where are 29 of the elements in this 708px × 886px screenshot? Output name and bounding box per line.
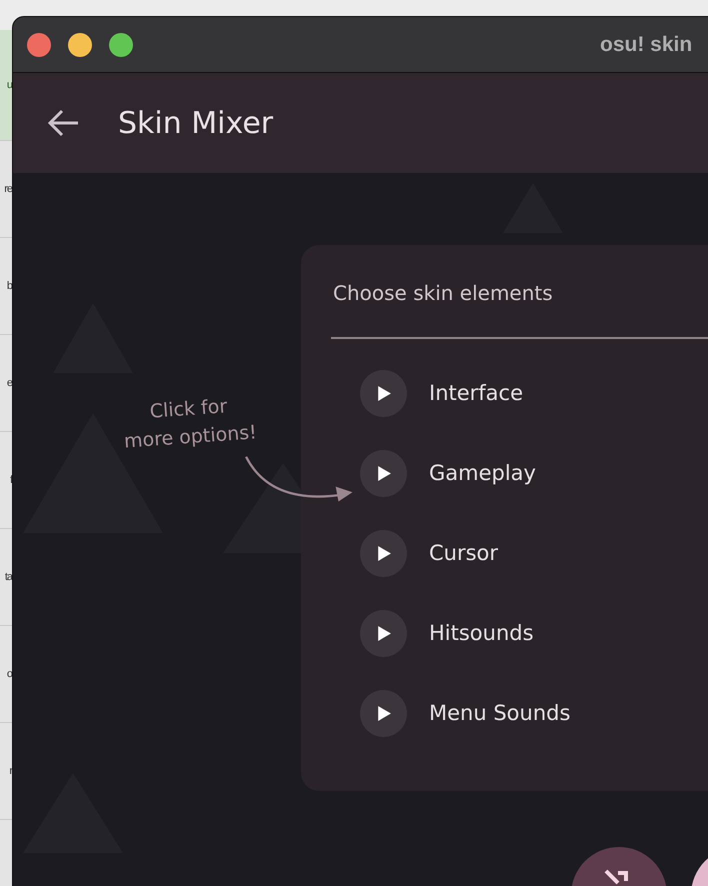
item-label: Menu Sounds (429, 701, 570, 725)
minimize-button[interactable] (68, 32, 92, 56)
item-label: Gameplay (429, 461, 536, 485)
element-item[interactable]: Menu Sounds (301, 673, 708, 753)
element-item[interactable]: Interface (301, 353, 708, 433)
play-icon (375, 544, 392, 562)
element-item[interactable]: Hitsounds (301, 593, 708, 673)
expand-button[interactable] (360, 610, 407, 656)
close-button[interactable] (27, 32, 51, 56)
item-label: Interface (429, 381, 524, 405)
play-icon (375, 704, 392, 722)
element-item[interactable]: Cursor (301, 513, 708, 593)
panel-title: Choose skin elements (333, 281, 554, 305)
play-icon (375, 384, 392, 402)
row-text: u (0, 30, 12, 141)
expand-button[interactable] (360, 450, 407, 496)
window-title: osu! skin (600, 32, 692, 56)
element-item[interactable]: Gameplay (301, 433, 708, 513)
play-icon (375, 464, 392, 482)
back-icon[interactable] (46, 108, 80, 138)
expand-button[interactable] (360, 370, 407, 416)
zoom-button[interactable] (109, 32, 133, 56)
expand-button[interactable] (360, 690, 407, 736)
item-label: Hitsounds (429, 621, 534, 645)
play-icon (375, 624, 392, 642)
item-label: Cursor (429, 541, 498, 565)
hint-text: Click for more options! (122, 394, 258, 455)
expand-button[interactable] (360, 530, 407, 576)
page-title: Skin Mixer (118, 106, 274, 140)
